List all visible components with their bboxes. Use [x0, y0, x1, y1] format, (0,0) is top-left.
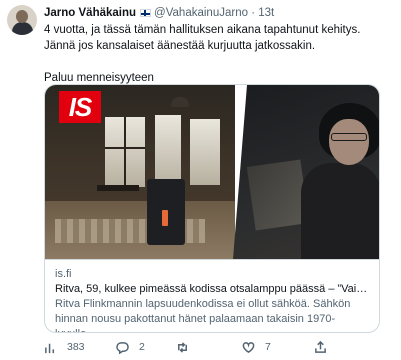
- tweet-timestamp[interactable]: 13t: [258, 7, 274, 19]
- like-button[interactable]: 7: [242, 339, 271, 355]
- author-name[interactable]: Jarno Vähäkainu: [44, 7, 136, 19]
- tweet-text: 4 vuotta, ja tässä tämän hallituksen aik…: [44, 22, 394, 86]
- finnish-flag-icon: [140, 9, 152, 17]
- header-separator: ·: [251, 7, 256, 19]
- card-title: Ritva, 59, kulkee pimeässä kodissa otsal…: [55, 283, 369, 295]
- tweet-header: Jarno Vähäkainu @VahakainuJarno · 13t: [44, 6, 274, 20]
- like-count: 7: [265, 341, 271, 353]
- is-logo: IS: [59, 91, 101, 123]
- heart-icon: [242, 341, 255, 353]
- reply-count: 2: [139, 341, 145, 353]
- card-image[interactable]: IS: [45, 85, 379, 259]
- tweet-text-paragraph: 4 vuotta, ja tässä tämän hallituksen aik…: [44, 24, 361, 52]
- views-button[interactable]: 383: [44, 339, 85, 355]
- bar-chart-icon: [45, 343, 55, 353]
- share-upload-icon: [315, 340, 326, 353]
- views-count: 383: [67, 341, 85, 353]
- link-card[interactable]: IS is.fi Ritva, 59, kulkee pimeässä kodi…: [44, 84, 380, 333]
- card-text[interactable]: is.fi Ritva, 59, kulkee pimeässä kodissa…: [45, 259, 379, 332]
- tweet[interactable]: Jarno Vähäkainu @VahakainuJarno · 13t 4 v…: [0, 0, 401, 360]
- retweet-button[interactable]: [176, 339, 189, 355]
- avatar[interactable]: [7, 5, 37, 35]
- author-handle[interactable]: @VahakainuJarno: [154, 7, 248, 19]
- share-button[interactable]: [314, 339, 327, 355]
- retweet-arrows-icon: [178, 341, 187, 353]
- woman-portrait-photo: [233, 85, 379, 259]
- card-domain: is.fi: [55, 268, 72, 280]
- reply-button[interactable]: 2: [116, 339, 145, 355]
- card-description: Ritva Flinkmannin lapsuudenkodissa ei ol…: [55, 298, 351, 332]
- tweet-actions: 383 2 7: [44, 339, 384, 355]
- speech-bubble-icon: [116, 341, 129, 354]
